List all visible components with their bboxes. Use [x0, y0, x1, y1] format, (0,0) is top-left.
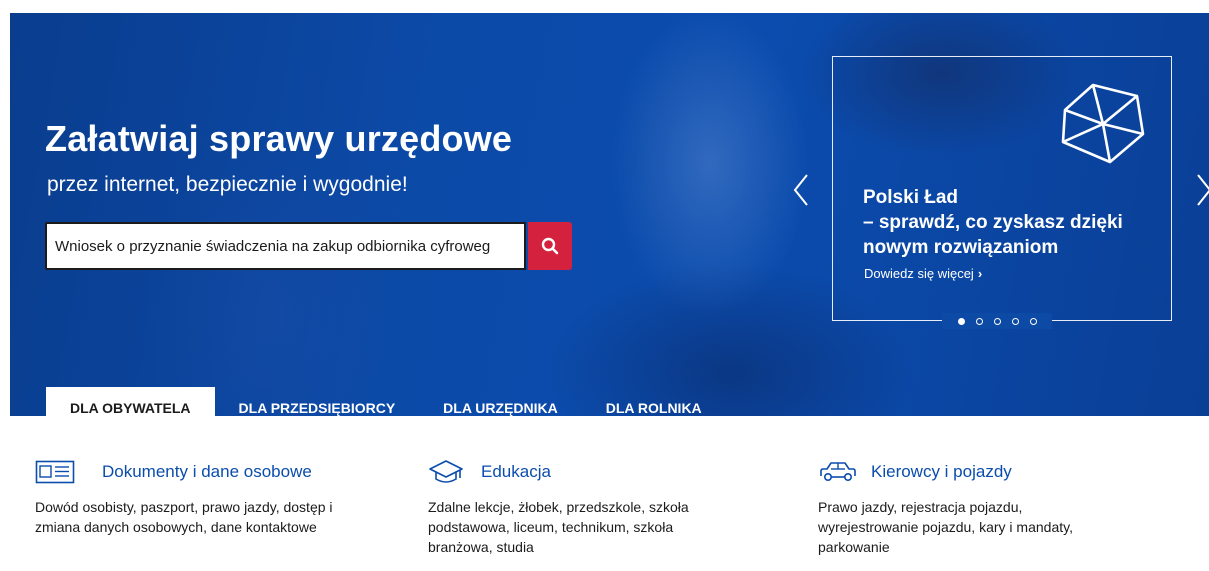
- category-header: Dokumenty i dane osobowe: [35, 460, 333, 484]
- category-description-line: branżowa, studia: [428, 539, 534, 555]
- promo-more-label: Dowiedz się więcej: [864, 266, 974, 281]
- carousel-dot[interactable]: [1011, 317, 1019, 325]
- id-card-icon: [35, 460, 75, 484]
- car-icon: [818, 460, 858, 484]
- carousel-dot[interactable]: [975, 317, 983, 325]
- category-title[interactable]: Edukacja: [481, 462, 551, 482]
- category-description-line: wyrejestrowanie pojazdu, kary i mandaty,: [818, 519, 1073, 535]
- tab-dla-rolnika[interactable]: DLA ROLNIKA: [582, 387, 726, 416]
- category-edukacja[interactable]: Edukacja Zdalne lekcje, żłobek, przedszk…: [428, 460, 689, 557]
- category-description: Zdalne lekcje, żłobek, przedszkole, szko…: [428, 497, 689, 557]
- category-description-line: Prawo jazdy, rejestracja pojazdu,: [818, 499, 1023, 515]
- promo-title-line: – sprawdź, co zyskasz dzięki: [863, 212, 1123, 233]
- category-dokumenty[interactable]: Dokumenty i dane osobowe Dowód osobisty,…: [35, 460, 333, 537]
- category-title[interactable]: Dokumenty i dane osobowe: [102, 462, 312, 482]
- chevron-right-icon: [1197, 174, 1209, 206]
- hero-banner: Załatwiaj sprawy urzędowe przez internet…: [10, 13, 1209, 416]
- polski-lad-logo-icon: [1061, 83, 1145, 164]
- carousel-pagination: [942, 313, 1052, 329]
- hero-subtitle: przez internet, bezpiecznie i wygodnie!: [47, 173, 408, 196]
- carousel-prev-button[interactable]: [792, 173, 810, 212]
- category-description-line: Dowód osobisty, paszport, prawo jazdy, d…: [35, 499, 333, 515]
- category-header: Edukacja: [428, 460, 689, 484]
- category-header: Kierowcy i pojazdy: [818, 460, 1073, 484]
- promo-title: Polski Ład – sprawdź, co zyskasz dzięki …: [863, 185, 1123, 260]
- chevron-right-small-icon: ›: [977, 266, 983, 281]
- category-description: Prawo jazdy, rejestracja pojazdu, wyreje…: [818, 497, 1073, 557]
- chevron-left-icon: [793, 174, 808, 206]
- category-description-line: Zdalne lekcje, żłobek, przedszkole, szko…: [428, 499, 689, 515]
- carousel-dot[interactable]: [957, 317, 965, 325]
- search-icon: [541, 237, 559, 255]
- category-kierowcy[interactable]: Kierowcy i pojazdy Prawo jazdy, rejestra…: [818, 460, 1073, 557]
- search-input[interactable]: [45, 222, 526, 270]
- tab-dla-przedsiebiorcy[interactable]: DLA PRZEDSIĘBIORCY: [215, 387, 420, 416]
- hero-title: Załatwiaj sprawy urzędowe: [45, 118, 513, 159]
- audience-tabs: DLA OBYWATELA DLA PRZEDSIĘBIORCY DLA URZ…: [46, 387, 726, 416]
- category-description-line: zmiana danych osobowych, dane kontaktowe: [35, 519, 317, 535]
- graduation-cap-icon: [428, 460, 468, 484]
- promo-card[interactable]: Polski Ład – sprawdź, co zyskasz dzięki …: [832, 56, 1172, 321]
- carousel-next-button[interactable]: [1195, 173, 1209, 212]
- carousel-dot[interactable]: [993, 317, 1001, 325]
- category-description-line: parkowanie: [818, 539, 890, 555]
- search-button[interactable]: [528, 222, 572, 270]
- carousel-dot[interactable]: [1029, 317, 1037, 325]
- search-bar: [45, 222, 572, 270]
- category-description-line: podstawowa, liceum, technikum, szkoła: [428, 519, 674, 535]
- category-title[interactable]: Kierowcy i pojazdy: [871, 462, 1012, 482]
- promo-title-line: Polski Ład: [863, 187, 959, 208]
- tab-dla-urzednika[interactable]: DLA URZĘDNIKA: [419, 387, 582, 416]
- promo-more-link[interactable]: Dowiedz się więcej ›: [864, 266, 982, 281]
- promo-title-line: nowym rozwiązaniom: [863, 237, 1059, 258]
- tab-dla-obywatela[interactable]: DLA OBYWATELA: [46, 387, 215, 416]
- category-description: Dowód osobisty, paszport, prawo jazdy, d…: [35, 497, 333, 537]
